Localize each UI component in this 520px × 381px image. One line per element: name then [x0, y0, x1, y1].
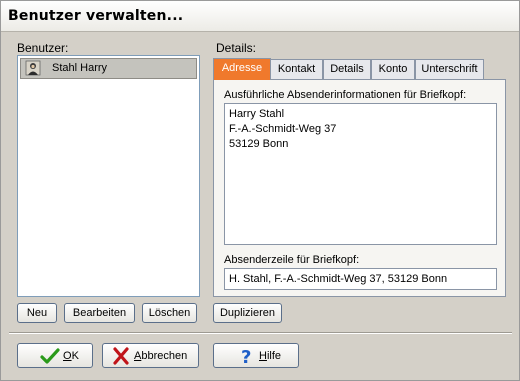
users-label: Benutzer:	[17, 41, 69, 55]
tab-details[interactable]: Details	[323, 59, 371, 79]
address-panel: Ausführliche Absenderinformationen für B…	[213, 79, 506, 297]
sender-value: H. Stahl, F.-A.-Schmidt-Weg 37, 53129 Bo…	[229, 273, 448, 285]
address-line: F.-A.-Schmidt-Weg 37	[229, 123, 337, 135]
divider	[9, 332, 512, 334]
users-listbox[interactable]: Stahl Harry	[17, 55, 200, 297]
help-button[interactable]: ? Hilfe	[213, 343, 299, 368]
ok-button[interactable]: OK	[17, 343, 93, 368]
sender-label: Absenderzeile für Briefkopf:	[224, 254, 360, 266]
tab-adresse[interactable]: Adresse	[213, 58, 271, 80]
tab-kontakt[interactable]: Kontakt	[270, 59, 323, 79]
duplicate-button[interactable]: Duplizieren	[213, 303, 282, 323]
new-button[interactable]: Neu	[17, 303, 57, 323]
check-icon	[40, 348, 60, 364]
user-name: Stahl Harry	[52, 62, 108, 74]
ok-label: OK	[63, 350, 79, 362]
address-textarea[interactable]: Harry Stahl F.-A.-Schmidt-Weg 37 53129 B…	[224, 103, 497, 245]
list-item[interactable]: Stahl Harry	[20, 58, 197, 79]
help-label: Hilfe	[259, 350, 282, 362]
tab-konto[interactable]: Konto	[371, 59, 415, 79]
address-label: Ausführliche Absenderinformationen für B…	[224, 89, 467, 101]
address-line: Harry Stahl	[229, 108, 285, 120]
x-icon	[113, 347, 129, 365]
details-label: Details:	[216, 41, 257, 55]
svg-text:?: ?	[241, 347, 251, 365]
window-title: Benutzer verwalten...	[8, 8, 184, 24]
cancel-label: Abbrechen	[134, 350, 188, 362]
sender-field[interactable]: H. Stahl, F.-A.-Schmidt-Weg 37, 53129 Bo…	[224, 268, 497, 290]
cancel-button[interactable]: Abbrechen	[102, 343, 199, 368]
tab-unterschrift[interactable]: Unterschrift	[415, 59, 484, 79]
edit-button[interactable]: Bearbeiten	[64, 303, 135, 323]
delete-button[interactable]: Löschen	[142, 303, 197, 323]
user-avatar-icon	[25, 60, 41, 76]
address-line: 53129 Bonn	[229, 138, 289, 150]
title-bar[interactable]: Benutzer verwalten...	[1, 1, 519, 32]
dialog-window: Benutzer verwalten... Benutzer: Stahl Ha…	[0, 0, 520, 381]
question-icon: ?	[241, 347, 251, 365]
